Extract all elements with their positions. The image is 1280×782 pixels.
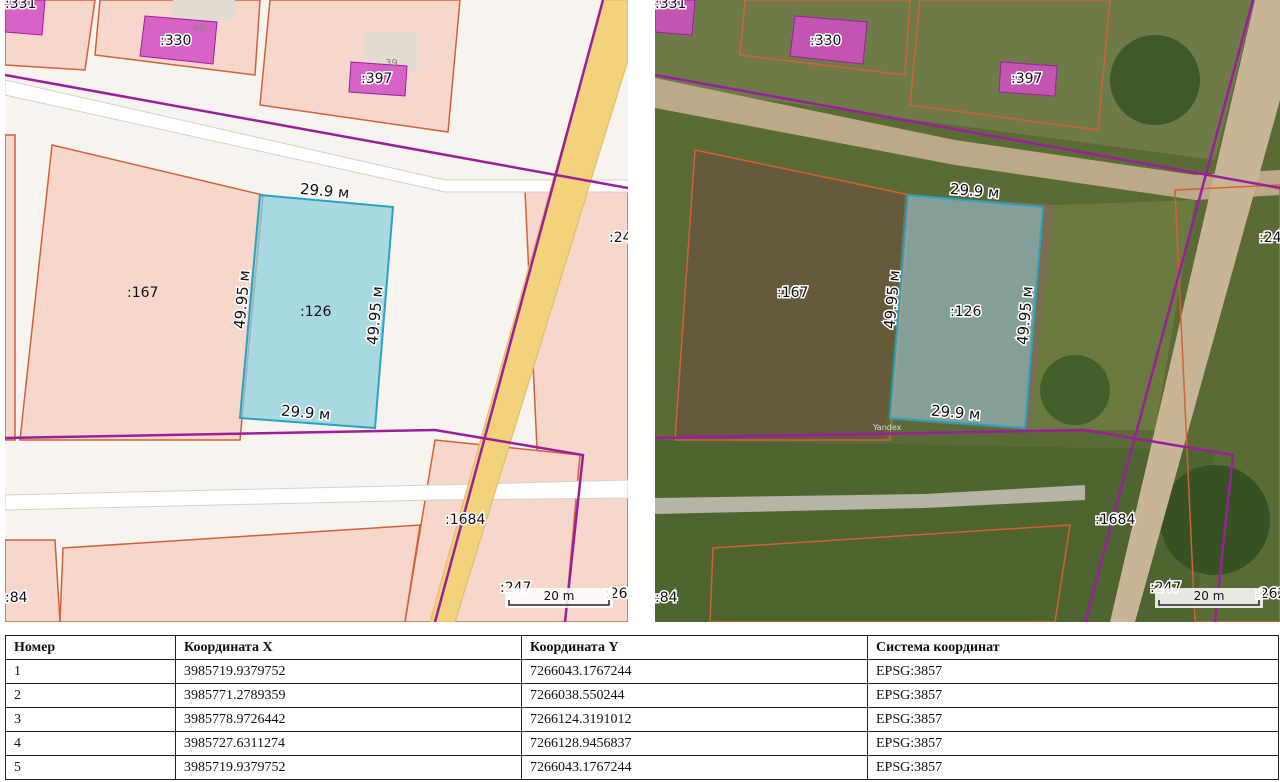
coordinates-table-wrap: Номер Координата X Координата Y Система … (5, 635, 1279, 780)
table-header-row: Номер Координата X Координата Y Система … (5, 635, 1279, 660)
label-parcel-24: :24 (1259, 230, 1280, 246)
cell-x: 3985778.9726442 (175, 707, 522, 732)
tree-cluster (1040, 355, 1110, 425)
label-parcel-330: :330 (160, 33, 191, 49)
header-number: Номер (5, 635, 176, 660)
cell-system: EPSG:3857 (867, 731, 1279, 756)
label-parcel-330: :330 (810, 33, 841, 49)
cell-system: EPSG:3857 (867, 659, 1279, 684)
building-grey (173, 0, 235, 20)
scale-bar: 20 m (1155, 588, 1263, 608)
parcel-84-area (5, 539, 61, 622)
imagery-credit: Yandex (872, 423, 902, 432)
cell-number: 2 (5, 683, 176, 708)
coordinates-table: Номер Координата X Координата Y Система … (5, 635, 1279, 780)
cell-y: 7266124.3191012 (521, 707, 868, 732)
cell-number: 1 (5, 659, 176, 684)
cell-system: EPSG:3857 (867, 755, 1279, 780)
satellite-map: :331 :330 :397 :167 :126 :24 :1684 :247 … (655, 0, 1280, 622)
table-row: 4 3985727.6311274 7266128.9456837 EPSG:3… (5, 731, 1279, 756)
label-parcel-126: :126 (950, 304, 982, 320)
table-row: 3 3985778.9726442 7266124.3191012 EPSG:3… (5, 707, 1279, 732)
label-parcel-126: :126 (300, 304, 332, 320)
label-parcel-1684: :1684 (445, 512, 485, 528)
house-number-39: 39 (385, 58, 398, 69)
label-parcel-84: :84 (655, 590, 678, 606)
tree-cluster (1160, 465, 1270, 575)
tree-cluster (1110, 35, 1200, 125)
header-coordinate-y: Координата Y (521, 635, 868, 660)
label-parcel-84: :84 (5, 590, 28, 606)
cell-number: 5 (5, 755, 176, 780)
scale-label: 20 m (544, 589, 575, 603)
table-row: 1 3985719.9379752 7266043.1767244 EPSG:3… (5, 659, 1279, 684)
cell-x: 3985727.6311274 (175, 731, 522, 756)
cell-number: 4 (5, 731, 176, 756)
scale-label: 20 m (1194, 589, 1225, 603)
parcel-edge-area (5, 134, 16, 441)
cell-system: EPSG:3857 (867, 683, 1279, 708)
house-number-40: 40 (193, 23, 206, 34)
header-coordinate-system: Система координат (867, 635, 1279, 660)
cell-x: 3985719.9379752 (175, 755, 522, 780)
cell-y: 7266038.550244 (521, 683, 868, 708)
cell-x: 3985719.9379752 (175, 659, 522, 684)
label-parcel-167: :167 (127, 285, 158, 301)
label-parcel-397: :397 (361, 71, 392, 87)
cell-y: 7266128.9456837 (521, 731, 868, 756)
label-parcel-1684: :1684 (1095, 512, 1135, 528)
cell-number: 3 (5, 707, 176, 732)
cadastral-map-panel[interactable]: :331 :330 :397 39 40 :167 :126 :24 :1684… (5, 0, 628, 622)
cell-x: 3985771.2789359 (175, 683, 522, 708)
label-parcel-331: :331 (5, 0, 36, 12)
cell-system: EPSG:3857 (867, 707, 1279, 732)
cadastral-map: :331 :330 :397 39 40 :167 :126 :24 :1684… (5, 0, 628, 622)
label-parcel-167: :167 (777, 285, 808, 301)
parcel-south-area (59, 524, 421, 622)
table-row: 5 3985719.9379752 7266043.1767244 EPSG:3… (5, 755, 1279, 780)
cell-y: 7266043.1767244 (521, 659, 868, 684)
label-parcel-397: :397 (1011, 71, 1042, 87)
scale-bar: 20 m (505, 588, 613, 608)
label-parcel-331: :331 (655, 0, 686, 12)
label-parcel-24: :24 (609, 230, 628, 246)
satellite-map-panel[interactable]: :331 :330 :397 :167 :126 :24 :1684 :247 … (655, 0, 1280, 622)
header-coordinate-x: Координата X (175, 635, 522, 660)
cell-y: 7266043.1767244 (521, 755, 868, 780)
table-row: 2 3985771.2789359 7266038.550244 EPSG:38… (5, 683, 1279, 708)
